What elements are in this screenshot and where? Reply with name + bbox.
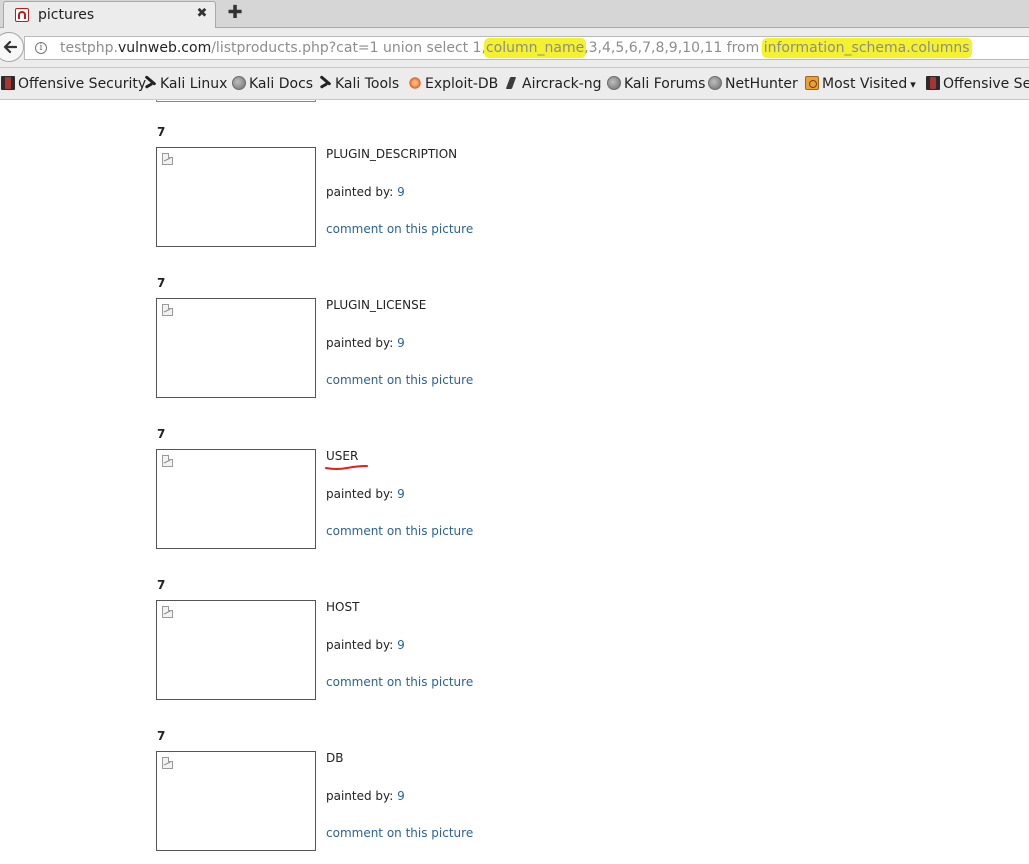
painted-by-label: painted by:: [326, 336, 398, 350]
bookmark-kali-docs[interactable]: Kali Docs: [232, 74, 313, 94]
bookmark-label: Offensive Sec: [943, 76, 1029, 92]
back-button[interactable]: [0, 32, 24, 62]
item-title[interactable]: DB: [326, 751, 343, 765]
product-entry: 7 DB painted by: 9 comment on this pictu…: [0, 729, 1029, 864]
back-arrow-icon: [3, 40, 17, 54]
tab-pictures[interactable]: pictures ✖: [3, 1, 216, 28]
kali-dragon-icon: [318, 76, 332, 90]
entry-number: 7: [157, 578, 166, 592]
item-title[interactable]: USER: [326, 449, 358, 463]
product-entry: 7 USER painted by: 9 comment on this pic…: [0, 427, 1029, 578]
bookmark-label: Kali Tools: [335, 76, 400, 92]
bookmark-label: Exploit-DB: [425, 76, 499, 92]
previous-thumbnail-edge: [156, 100, 316, 102]
page-content: 7 PLUGIN_DESCRIPTION painted by: 9 comme…: [0, 100, 1029, 864]
close-tab-icon[interactable]: ✖: [194, 6, 210, 22]
bookmark-most-visited[interactable]: Most Visited ▾: [805, 74, 916, 94]
bookmark-offensive-security[interactable]: Offensive Security: [1, 74, 146, 94]
bookmark-offensive-sec[interactable]: Offensive Sec: [926, 74, 1029, 94]
product-entry: 7 PLUGIN_DESCRIPTION painted by: 9 comme…: [0, 125, 1029, 276]
bookmark-kali-tools[interactable]: Kali Tools: [318, 74, 399, 94]
painter-link[interactable]: 9: [397, 638, 405, 652]
painter-link[interactable]: 9: [397, 487, 405, 501]
broken-image-icon: [162, 455, 173, 467]
url-path-2: ,3,4,5,6,7,8,9,10,11 from: [584, 40, 764, 56]
painted-by-label: painted by:: [326, 185, 398, 199]
painter-link[interactable]: 9: [397, 789, 405, 803]
painted-by-label: painted by:: [326, 638, 398, 652]
acunetix-favicon-icon: [15, 8, 29, 22]
bookmark-label: Offensive Security: [18, 76, 147, 92]
url-domain: vulnweb.com: [117, 40, 212, 56]
painted-by: painted by: 9: [326, 638, 405, 652]
bookmark-label: Kali Forums: [624, 76, 706, 92]
painted-by: painted by: 9: [326, 336, 405, 350]
site-info-icon[interactable]: i: [35, 42, 47, 54]
broken-image-icon: [162, 757, 173, 769]
painted-by-label: painted by:: [326, 789, 398, 803]
bookmark-exploit-db[interactable]: Exploit-DB: [408, 74, 498, 94]
broken-image-icon: [162, 153, 173, 165]
new-tab-button[interactable]: ✚: [226, 3, 244, 23]
tab-strip: pictures ✖ ✚: [0, 0, 1029, 28]
exploitdb-icon: [408, 76, 422, 90]
bookmarks-toolbar: Offensive Security Kali Linux Kali Docs …: [0, 68, 1029, 100]
thumbnail-image[interactable]: [156, 751, 316, 851]
bookmark-kali-linux[interactable]: Kali Linux: [143, 74, 227, 94]
comment-link[interactable]: comment on this picture: [326, 222, 473, 236]
globe-icon: [607, 76, 621, 90]
item-title[interactable]: PLUGIN_LICENSE: [326, 298, 426, 312]
kali-dragon-icon: [143, 76, 157, 90]
painted-by: painted by: 9: [326, 789, 405, 803]
entry-number: 7: [157, 427, 166, 441]
broken-image-icon: [162, 606, 173, 618]
red-underline-annotation: [325, 465, 368, 470]
thumbnail-image[interactable]: [156, 298, 316, 398]
offsec-icon: [926, 76, 940, 90]
bookmark-label: Most Visited: [822, 76, 908, 92]
bookmark-label: Kali Docs: [249, 76, 314, 92]
bookmark-label: NetHunter: [725, 76, 798, 92]
broken-image-icon: [162, 304, 173, 316]
comment-link[interactable]: comment on this picture: [326, 373, 473, 387]
painter-link[interactable]: 9: [397, 336, 405, 350]
item-title[interactable]: HOST: [326, 600, 359, 614]
thumbnail-image[interactable]: [156, 600, 316, 700]
offsec-icon: [1, 76, 15, 90]
url-highlight-information-schema: information_schema.columns: [763, 40, 970, 56]
chevron-down-icon: ▾: [910, 78, 916, 91]
painted-by-label: painted by:: [326, 487, 398, 501]
url-host-prefix: testphp.: [60, 40, 118, 56]
url-text[interactable]: testphp.vulnweb.com/listproducts.php?cat…: [60, 40, 970, 56]
bookmark-nethunter[interactable]: NetHunter: [708, 74, 798, 94]
bookmark-label: Aircrack-ng: [522, 76, 602, 92]
item-title[interactable]: PLUGIN_DESCRIPTION: [326, 147, 457, 161]
globe-icon: [708, 76, 722, 90]
thumbnail-image[interactable]: [156, 147, 316, 247]
entry-number: 7: [157, 276, 166, 290]
product-entry: 7 HOST painted by: 9 comment on this pic…: [0, 578, 1029, 729]
tab-title: pictures: [38, 7, 95, 23]
aircrack-icon: [505, 76, 519, 90]
url-path-1: /listproducts.php?cat=1 union select 1,: [211, 40, 486, 56]
navigation-toolbar: i testphp.vulnweb.com/listproducts.php?c…: [0, 28, 1029, 68]
painted-by: painted by: 9: [326, 487, 405, 501]
url-bar[interactable]: i testphp.vulnweb.com/listproducts.php?c…: [24, 36, 1029, 60]
painted-by: painted by: 9: [326, 185, 405, 199]
comment-link[interactable]: comment on this picture: [326, 524, 473, 538]
entry-number: 7: [157, 729, 166, 743]
entry-number: 7: [157, 125, 166, 139]
painter-link[interactable]: 9: [397, 185, 405, 199]
url-highlight-column-name: column_name: [485, 40, 585, 56]
product-entry: 7 PLUGIN_LICENSE painted by: 9 comment o…: [0, 276, 1029, 427]
folder-icon: [805, 76, 819, 90]
globe-icon: [232, 76, 246, 90]
thumbnail-image[interactable]: [156, 449, 316, 549]
comment-link[interactable]: comment on this picture: [326, 675, 473, 689]
bookmark-label: Kali Linux: [160, 76, 228, 92]
comment-link[interactable]: comment on this picture: [326, 826, 473, 840]
bookmark-kali-forums[interactable]: Kali Forums: [607, 74, 705, 94]
bookmark-aircrack-ng[interactable]: Aircrack-ng: [505, 74, 602, 94]
